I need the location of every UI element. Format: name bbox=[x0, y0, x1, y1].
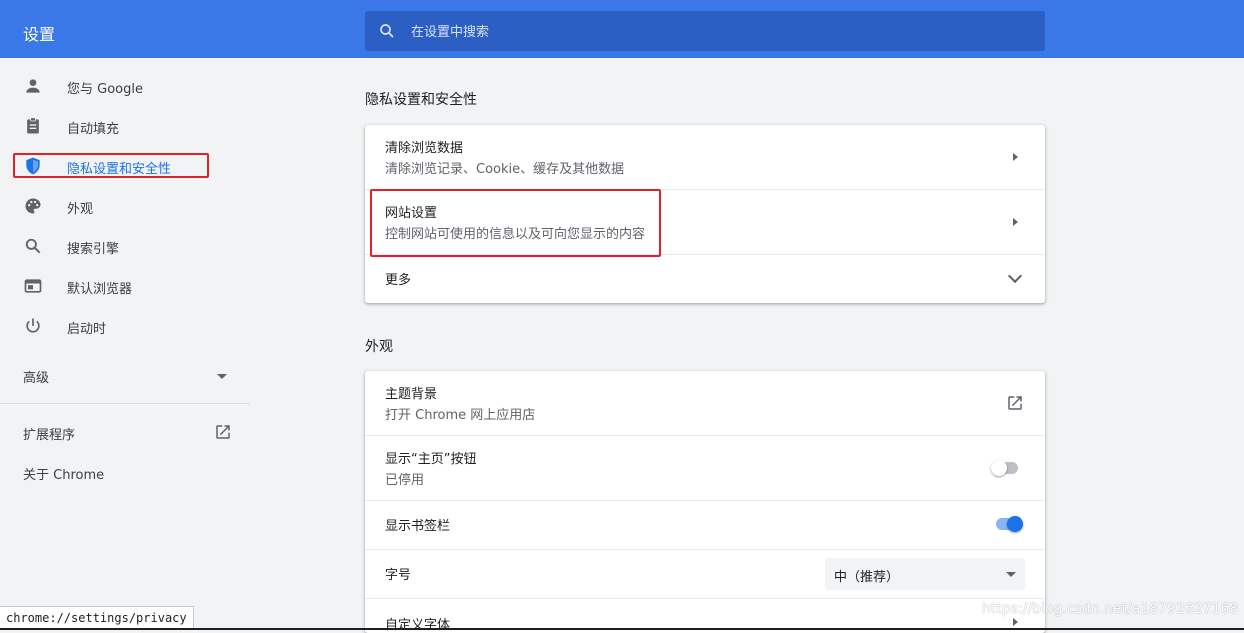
page-title: 设置 bbox=[23, 25, 56, 44]
privacy-section-title: 隐私设置和安全性 bbox=[365, 92, 477, 108]
sidebar-item-label: 默认浏览器 bbox=[67, 282, 133, 297]
theme-title: 主题背景 bbox=[385, 387, 438, 402]
caret-down-icon bbox=[217, 374, 227, 379]
row-divider bbox=[365, 549, 1045, 550]
search-input[interactable] bbox=[409, 21, 1013, 43]
privacy-more-row[interactable]: 更多 bbox=[365, 254, 1045, 303]
sidebar-advanced-toggle[interactable]: 高级 bbox=[0, 361, 250, 391]
home-button-row[interactable]: 显示“主页”按钮 已停用 bbox=[365, 435, 1045, 500]
site-settings-desc: 控制网站可使用的信息以及可向您显示的内容 bbox=[385, 227, 646, 242]
sidebar-item-label: 您与 Google bbox=[67, 82, 143, 97]
power-icon bbox=[26, 318, 40, 333]
row-divider bbox=[365, 189, 1045, 190]
bookmarks-bar-toggle[interactable] bbox=[995, 514, 1023, 534]
home-button-title: 显示“主页”按钮 bbox=[385, 452, 477, 467]
site-settings-row[interactable]: 网站设置 控制网站可使用的信息以及可向您显示的内容 bbox=[365, 189, 1045, 254]
row-divider bbox=[365, 500, 1045, 501]
sidebar-item-appearance[interactable]: 外观 bbox=[0, 186, 250, 226]
custom-fonts-label: 自定义字体 bbox=[385, 618, 451, 633]
row-divider bbox=[365, 435, 1045, 436]
home-button-toggle[interactable] bbox=[991, 458, 1019, 478]
font-size-label: 字号 bbox=[385, 568, 412, 583]
browser-icon bbox=[24, 279, 42, 293]
sidebar-item-search-engine[interactable]: 搜索引擎 bbox=[0, 226, 250, 266]
bookmarks-bar-row[interactable]: 显示书签栏 bbox=[365, 500, 1045, 549]
home-button-desc: 已停用 bbox=[385, 473, 425, 488]
clear-browsing-data-desc: 清除浏览记录、Cookie、缓存及其他数据 bbox=[385, 162, 625, 177]
theme-row[interactable]: 主题背景 打开 Chrome 网上应用店 bbox=[365, 371, 1045, 435]
clipboard-icon bbox=[27, 117, 39, 134]
font-size-select[interactable]: 中（推荐） bbox=[825, 558, 1025, 590]
status-bar-url: chrome://settings/privacy bbox=[0, 606, 194, 629]
arrow-right-icon bbox=[1013, 218, 1018, 226]
watermark: https://blog.csdn.net/a18792627168 bbox=[982, 601, 1239, 617]
appearance-card: 主题背景 打开 Chrome 网上应用店 显示“主页”按钮 已停用 显示书签栏 … bbox=[365, 371, 1045, 633]
row-divider bbox=[365, 598, 1045, 599]
sidebar-item-label: 自动填充 bbox=[67, 122, 120, 137]
sidebar-item-extensions[interactable]: 扩展程序 bbox=[0, 418, 250, 446]
annotation-highlight-box bbox=[13, 153, 209, 178]
sidebar: 您与 Google 自动填充 隐私设置和安全性 外观 搜索引擎 默认浏览器 启动… bbox=[0, 58, 250, 630]
advanced-label: 高级 bbox=[23, 371, 50, 386]
toggle-knob bbox=[991, 460, 1007, 476]
settings-header: 设置 bbox=[0, 0, 1244, 58]
person-icon bbox=[26, 79, 40, 93]
font-size-row: 字号 中（推荐） bbox=[365, 549, 1045, 598]
sidebar-item-label: 启动时 bbox=[67, 322, 107, 337]
open-in-new-icon bbox=[216, 425, 230, 439]
chevron-down-icon bbox=[1007, 268, 1023, 284]
row-divider bbox=[365, 254, 1045, 255]
font-size-value: 中（推荐） bbox=[834, 570, 900, 585]
appearance-section-title: 外观 bbox=[365, 339, 393, 355]
open-in-new-icon[interactable] bbox=[1006, 394, 1024, 412]
search-icon bbox=[25, 238, 41, 254]
sidebar-item-label: 搜索引擎 bbox=[67, 242, 120, 257]
toggle-knob bbox=[1007, 516, 1023, 532]
theme-desc: 打开 Chrome 网上应用店 bbox=[385, 408, 536, 423]
site-settings-title: 网站设置 bbox=[385, 206, 438, 221]
sidebar-divider bbox=[0, 403, 250, 404]
search-icon bbox=[380, 24, 394, 38]
sidebar-item-about-chrome[interactable]: 关于 Chrome bbox=[23, 464, 104, 483]
palette-icon bbox=[25, 198, 41, 214]
clear-browsing-data-title: 清除浏览数据 bbox=[385, 141, 464, 156]
sidebar-item-default-browser[interactable]: 默认浏览器 bbox=[0, 266, 250, 306]
sidebar-item-autofill[interactable]: 自动填充 bbox=[0, 106, 250, 146]
bookmarks-bar-title: 显示书签栏 bbox=[385, 519, 451, 534]
clear-browsing-data-row[interactable]: 清除浏览数据 清除浏览记录、Cookie、缓存及其他数据 bbox=[365, 125, 1045, 189]
extensions-label: 扩展程序 bbox=[23, 428, 76, 443]
more-label: 更多 bbox=[385, 273, 412, 288]
arrow-right-icon bbox=[1013, 153, 1018, 161]
sidebar-item-on-startup[interactable]: 启动时 bbox=[0, 306, 250, 346]
sidebar-item-label: 外观 bbox=[67, 202, 94, 217]
caret-down-icon bbox=[1006, 572, 1016, 577]
sidebar-item-you-and-google[interactable]: 您与 Google bbox=[0, 66, 250, 106]
privacy-card: 清除浏览数据 清除浏览记录、Cookie、缓存及其他数据 网站设置 控制网站可使… bbox=[365, 125, 1045, 303]
search-box[interactable] bbox=[365, 11, 1045, 51]
arrow-right-icon bbox=[1013, 618, 1018, 626]
